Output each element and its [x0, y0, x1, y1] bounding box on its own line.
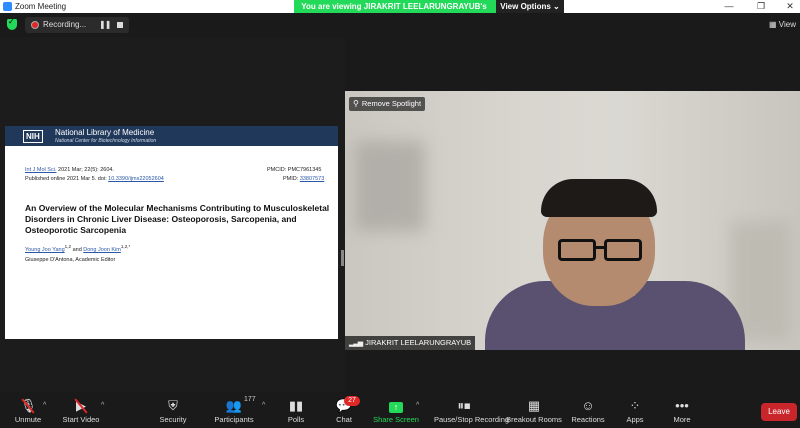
pmcid: PMCID: PMC7961345 [267, 167, 322, 173]
doi-link[interactable]: 10.3390/ijms22052604 [108, 176, 164, 182]
video-options-caret[interactable]: ^ [101, 402, 104, 409]
grid-icon: ▦ [769, 20, 777, 29]
author-affiliation: 1,2,* [120, 244, 131, 249]
pmid-line: PMID: 33807573 [283, 176, 324, 182]
share-options-caret[interactable]: ^ [416, 402, 419, 409]
leave-button[interactable]: Leave [761, 403, 797, 421]
recording-label: Recording... [43, 20, 87, 29]
unmute-button[interactable]: 🎙 Unmute [0, 398, 58, 426]
author-link[interactable]: Young Joo Yang [25, 247, 65, 253]
participant-name: JIRAKRIT LEELARUNGRAYUB [365, 338, 472, 347]
author-separator: and [71, 246, 84, 253]
minimize-button[interactable]: — [720, 0, 738, 13]
pane-resize-handle[interactable] [341, 250, 344, 266]
glasses-lens [604, 239, 642, 261]
view-button[interactable]: ▦ View [769, 18, 796, 32]
participants-count: 177 [244, 396, 256, 403]
meeting-toolbar: 🎙 Unmute ^ ▶ Start Video ^ ⛨ Security 👥 … [0, 392, 800, 428]
breakout-rooms-label: Breakout Rooms [506, 415, 562, 424]
person-hair [541, 179, 657, 217]
pin-icon: ⚲ [353, 99, 359, 108]
chat-label: Chat [336, 415, 352, 424]
audio-options-caret[interactable]: ^ [43, 402, 46, 409]
close-window-button[interactable]: ✕ [781, 0, 799, 13]
chevron-down-icon: ⌄ [553, 2, 560, 11]
more-label: More [673, 415, 691, 424]
shared-document: NIH National Library of Medicine Nationa… [5, 126, 338, 339]
security-button[interactable]: ⛨ Security [143, 398, 203, 426]
security-label: Security [159, 415, 187, 424]
signal-icon: ▂▃▅ [349, 340, 363, 347]
pause-icon[interactable]: ❚❚ [99, 17, 111, 33]
participants-label: Participants [214, 415, 254, 424]
viewing-banner: You are viewing JIRAKRIT LEELARUNGRAYUB'… [294, 0, 564, 24]
shared-screen-pane: NIH National Library of Medicine Nationa… [0, 37, 345, 392]
microphone-muted-icon: 🎙 [20, 398, 37, 414]
pause-stop-recording-label: Pause/Stop Recording [434, 415, 510, 424]
editor-line: Giuseppe D'Antona, Academic Editor [25, 257, 116, 263]
glasses-lens [558, 239, 596, 261]
pmid-link[interactable]: 33807573 [300, 176, 324, 182]
journal-reference: Int J Mol Sci. 2021 Mar; 22(5): 2604. [25, 167, 114, 173]
view-options-button[interactable]: View Options ⌄ [496, 0, 564, 13]
published-text: Published online 2021 Mar 5. doi: [25, 176, 109, 182]
author-link[interactable]: Dong Joon Kim [83, 247, 121, 253]
window-title: Zoom Meeting [15, 2, 67, 11]
view-label: View [778, 20, 796, 29]
more-button[interactable]: ••• More [652, 398, 712, 426]
ncbi-name: National Center for Biotechnology Inform… [55, 138, 157, 144]
journal-link[interactable]: Int J Mol Sci. [25, 167, 56, 173]
published-line: Published online 2021 Mar 5. doi: 10.339… [25, 176, 164, 182]
article-title: An Overview of the Molecular Mechanisms … [25, 203, 330, 235]
shield-icon: ⛨ [168, 398, 178, 413]
participant-name-tag: ▂▃▅ JIRAKRIT LEELARUNGRAYUB [345, 336, 476, 350]
chat-unread-badge: 27 [344, 396, 360, 406]
journal-issue: 2021 Mar; 22(5): 2604. [56, 167, 114, 173]
participant-video: ⚲ Remove Spotlight ▂▃▅ JIRAKRIT LEELARUNGR… [345, 91, 800, 350]
pmid-label: PMID: [283, 176, 300, 182]
author-line: Young Joo Yang1,2 and Dong Joon Kim1,2,* [25, 244, 130, 253]
glasses-bridge [595, 246, 605, 249]
breakout-rooms-button[interactable]: ▦ Breakout Rooms [504, 398, 564, 426]
nih-banner: NIH National Library of Medicine Nationa… [5, 126, 338, 146]
window-titlebar: Zoom Meeting You are viewing JIRAKRIT LE… [0, 0, 800, 24]
background-object [355, 141, 425, 231]
meeting-topbar: Recording... ❚❚ ▦ View [0, 13, 800, 37]
share-screen-label: Share Screen [373, 415, 419, 424]
maximize-button[interactable]: ❐ [752, 0, 770, 13]
remove-spotlight-button[interactable]: ⚲ Remove Spotlight [349, 97, 426, 111]
camera-off-icon: ▶ [73, 398, 89, 414]
zoom-app-icon [3, 2, 12, 11]
start-video-label: Start Video [62, 415, 100, 424]
shield-icon[interactable] [7, 17, 17, 30]
view-options-label: View Options [500, 2, 551, 11]
breakout-rooms-icon: ▦ [527, 398, 541, 413]
remove-spotlight-label: Remove Spotlight [361, 99, 422, 108]
more-icon: ••• [675, 398, 689, 413]
nlm-name: National Library of Medicine [55, 128, 155, 137]
nih-logo: NIH [23, 130, 43, 143]
pause-stop-icon: ⏸⏹ [457, 398, 471, 413]
unmute-label: Unmute [14, 415, 42, 424]
recording-indicator: Recording... ❚❚ [25, 17, 129, 33]
participants-options-caret[interactable]: ^ [262, 402, 265, 409]
pause-stop-recording-button[interactable]: ⏸⏹ Pause/Stop Recording [434, 398, 510, 426]
share-screen-icon: ↑ [389, 402, 403, 413]
record-icon [31, 21, 39, 29]
stop-icon[interactable] [117, 22, 123, 28]
